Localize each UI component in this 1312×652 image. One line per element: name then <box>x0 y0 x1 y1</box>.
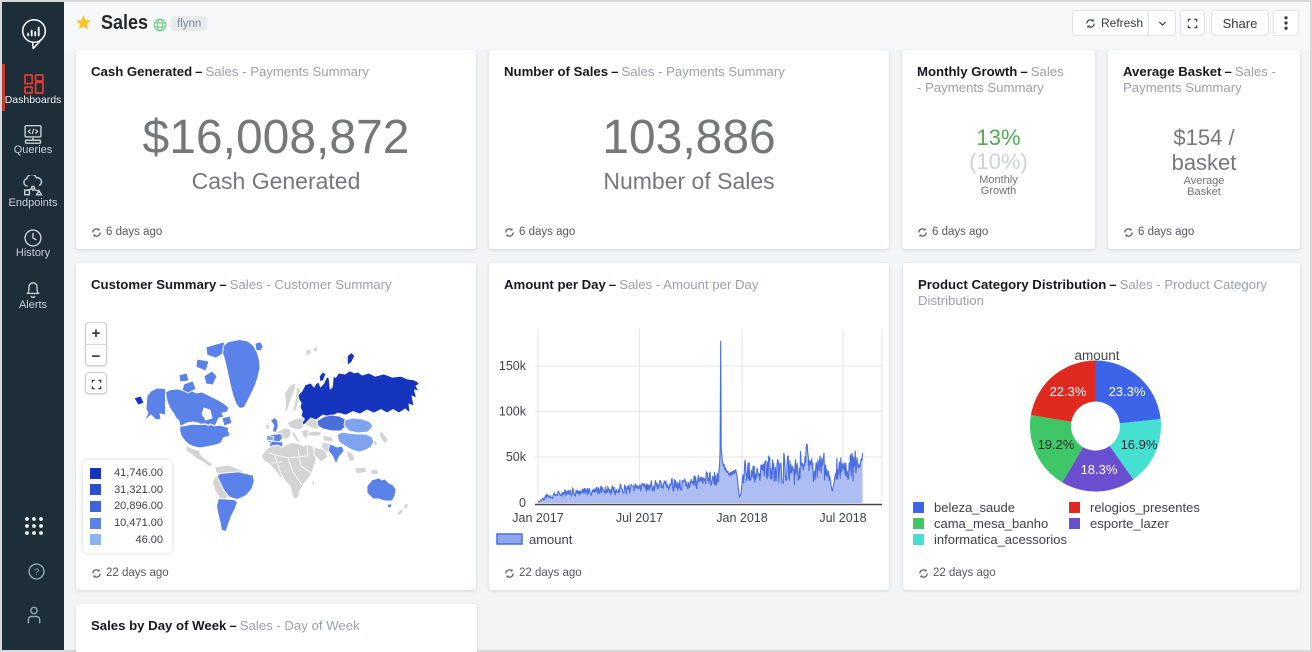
svg-text:22.3%: 22.3% <box>1050 384 1087 399</box>
svg-text:Jul 2018: Jul 2018 <box>819 511 866 525</box>
svg-text:100k: 100k <box>499 405 527 419</box>
svg-text:150k: 150k <box>499 359 527 373</box>
svg-text:16.9%: 16.9% <box>1121 437 1158 452</box>
svg-text:23.3%: 23.3% <box>1109 384 1146 399</box>
svg-text:amount: amount <box>529 532 573 547</box>
svg-text:amount: amount <box>1074 348 1119 363</box>
svg-text:?: ? <box>34 567 39 578</box>
svg-text:18.3%: 18.3% <box>1081 462 1118 477</box>
svg-text:Jan 2017: Jan 2017 <box>512 511 563 525</box>
svg-text:Jan 2018: Jan 2018 <box>716 511 767 525</box>
svg-text:Jul 2017: Jul 2017 <box>616 511 663 525</box>
svg-text:0: 0 <box>519 496 526 510</box>
svg-text:19.2%: 19.2% <box>1038 437 1075 452</box>
svg-text:50k: 50k <box>506 450 527 464</box>
